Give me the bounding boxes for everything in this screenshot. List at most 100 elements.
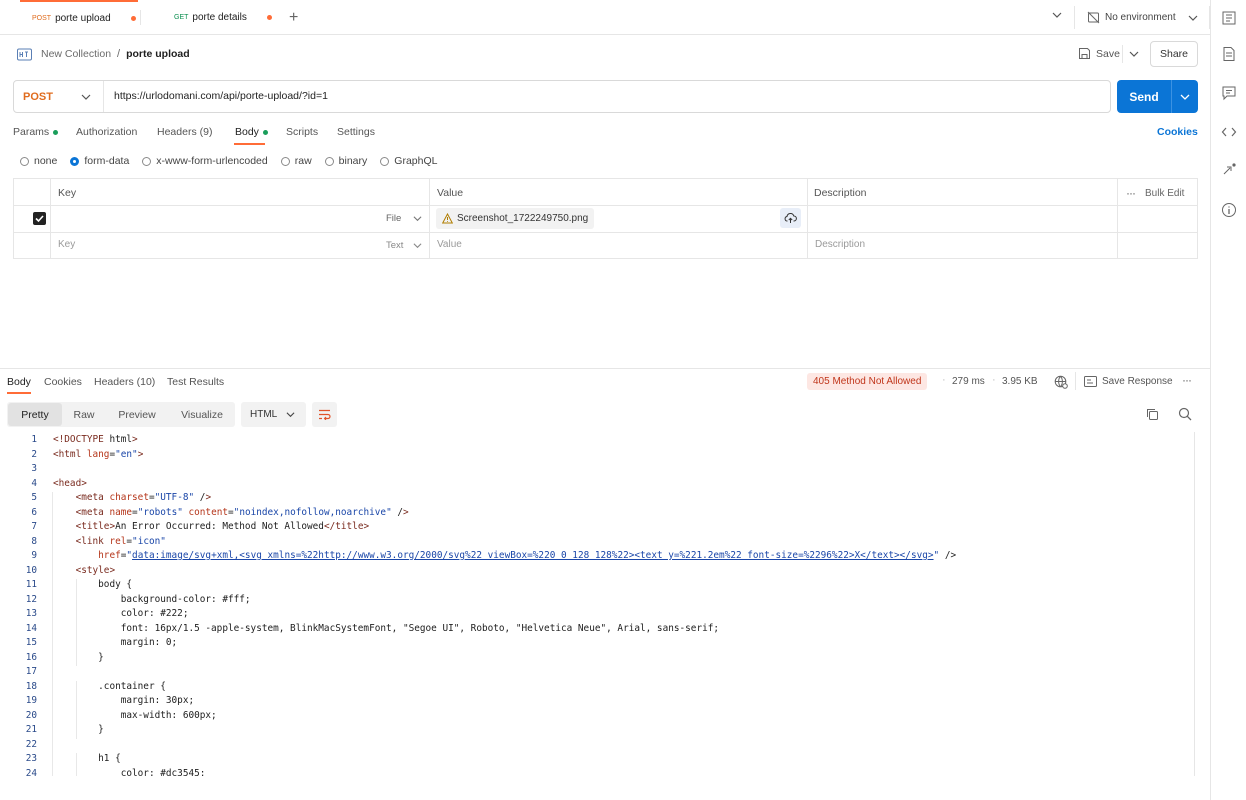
column-header-value: Value — [437, 187, 464, 199]
search-icon[interactable] — [1178, 407, 1192, 421]
view-mode-preview[interactable]: Preview — [109, 402, 165, 427]
body-mode-group: none form-data x-www-form-urlencoded raw… — [20, 155, 437, 167]
more-options-icon[interactable]: ··· — [1182, 373, 1192, 387]
no-environment-icon — [1087, 11, 1100, 24]
related-requests-icon[interactable] — [1221, 162, 1237, 178]
chevron-down-icon — [1188, 15, 1198, 21]
environment-label: No environment — [1105, 12, 1176, 23]
radio-x-www-form-urlencoded[interactable]: x-www-form-urlencoded — [142, 155, 268, 167]
status-badge[interactable]: 405 Method Not Allowed — [807, 373, 928, 390]
view-mode-pretty[interactable]: Pretty — [8, 403, 62, 426]
method-selector[interactable]: POST — [14, 81, 104, 112]
code-line: max-width: 600px; — [53, 709, 217, 721]
indent-guide — [76, 579, 77, 666]
save-response-icon — [1084, 376, 1097, 387]
line-number: 15 — [25, 637, 37, 648]
send-options-chevron-icon[interactable] — [1180, 92, 1190, 102]
method-label: POST — [23, 90, 53, 103]
code-line: <meta charset="UTF-8" /> — [75, 492, 212, 503]
code-line: <html lang="en"> — [53, 448, 144, 460]
code-line: margin: 30px; — [53, 695, 195, 706]
type-selector-file[interactable]: File — [386, 213, 422, 224]
line-number: 10 — [25, 564, 37, 576]
line-number: 4 — [31, 477, 37, 489]
bulk-edit-button[interactable]: ··· Bulk Edit — [1126, 186, 1184, 200]
tab-headers[interactable]: Headers (9) — [157, 126, 212, 138]
value-input-placeholder[interactable]: Value — [437, 239, 462, 250]
breadcrumb-collection[interactable]: New Collection — [41, 48, 111, 60]
code-icon[interactable] — [1221, 124, 1237, 140]
tab-authorization[interactable]: Authorization — [76, 126, 137, 138]
code-line: <meta name="robots" content="noindex,nof… — [75, 506, 409, 518]
tab-settings[interactable]: Settings — [337, 126, 375, 138]
tab-body[interactable]: Body — [235, 126, 268, 138]
file-chip[interactable]: Screenshot_1722249750.png — [436, 208, 595, 229]
info-icon[interactable] — [1221, 202, 1237, 218]
tab-scripts[interactable]: Scripts — [286, 126, 318, 138]
response-code-viewer[interactable]: 1 <!DOCTYPE html> 2 <html lang="en"> 3 4 <head… — [0, 432, 1194, 776]
comments-icon[interactable] — [1221, 85, 1237, 101]
response-tab-test-results[interactable]: Test Results — [167, 376, 224, 388]
send-button[interactable]: Send — [1117, 80, 1198, 113]
separator-dot: · — [942, 374, 946, 386]
workspace-icon[interactable] — [1221, 10, 1237, 26]
view-mode-raw[interactable]: Raw — [63, 402, 105, 427]
url-bar: POST https://urlodomani.com/api/porte-up… — [13, 80, 1111, 113]
environment-selector[interactable]: No environment — [1087, 11, 1198, 24]
line-number: 19 — [25, 695, 37, 706]
key-input-placeholder[interactable]: Key — [58, 239, 75, 250]
share-button[interactable]: Share — [1150, 41, 1198, 67]
line-number: 21 — [25, 724, 37, 735]
copy-icon[interactable] — [1146, 408, 1159, 421]
radio-graphql[interactable]: GraphQL — [380, 155, 437, 167]
cookies-link[interactable]: Cookies — [1157, 126, 1198, 138]
response-time[interactable]: 279 ms — [952, 376, 985, 387]
save-button[interactable]: Save — [1078, 47, 1120, 60]
radio-none[interactable]: none — [20, 155, 57, 167]
tabs-dropdown-chevron-icon[interactable] — [1052, 10, 1062, 23]
request-tab-porte-upload[interactable]: POST porte upload — [20, 0, 138, 35]
response-tab-cookies[interactable]: Cookies — [44, 376, 82, 388]
type-selector-text[interactable]: Text — [386, 240, 422, 251]
save-response-button[interactable]: Save Response — [1084, 376, 1173, 387]
line-number: 3 — [31, 463, 37, 474]
line-number: 7 — [31, 521, 37, 532]
radio-raw[interactable]: raw — [280, 155, 312, 167]
radio-binary[interactable]: binary — [324, 155, 367, 167]
send-label: Send — [1129, 89, 1159, 104]
upload-cloud-icon[interactable] — [780, 208, 801, 228]
code-line: margin: 0; — [53, 637, 178, 648]
code-line: } — [53, 724, 104, 735]
save-options-chevron-icon[interactable] — [1129, 49, 1139, 62]
code-scrollbar[interactable] — [1194, 432, 1204, 776]
line-number: 11 — [25, 579, 37, 590]
response-tab-body[interactable]: Body — [7, 376, 31, 388]
view-mode-visualize[interactable]: Visualize — [171, 402, 233, 427]
wrap-lines-icon[interactable] — [312, 402, 337, 427]
documentation-icon[interactable] — [1221, 46, 1237, 62]
chevron-down-icon — [81, 94, 91, 100]
radio-form-data[interactable]: form-data — [70, 155, 129, 167]
checkmark-icon — [35, 215, 44, 223]
http-request-icon — [17, 48, 32, 60]
response-size[interactable]: 3.95 KB — [1002, 376, 1038, 387]
view-mode-group: Pretty Raw Preview Visualize — [7, 402, 235, 427]
row-checkbox[interactable] — [33, 212, 46, 225]
response-tab-headers[interactable]: Headers (10) — [94, 376, 155, 388]
save-icon — [1079, 48, 1090, 59]
line-number: 23 — [25, 753, 37, 764]
breadcrumb-separator: / — [117, 48, 121, 60]
unsaved-dot-icon — [266, 15, 272, 20]
new-tab-plus-icon[interactable]: + — [289, 9, 298, 27]
breadcrumb-request[interactable]: porte upload — [126, 48, 190, 60]
chevron-down-icon — [413, 243, 422, 249]
tab-params[interactable]: Params — [13, 126, 59, 138]
network-globe-icon[interactable] — [1054, 375, 1068, 389]
description-input-placeholder[interactable]: Description — [815, 239, 865, 250]
line-number: 13 — [25, 608, 37, 619]
url-input[interactable]: https://urlodomani.com/api/porte-upload/… — [114, 90, 328, 102]
request-tab-porte-details[interactable]: GET porte details — [162, 0, 280, 35]
format-selector[interactable]: HTML — [241, 402, 306, 427]
code-line: <link rel="icon" — [75, 535, 166, 547]
active-tab-underline — [7, 392, 31, 394]
